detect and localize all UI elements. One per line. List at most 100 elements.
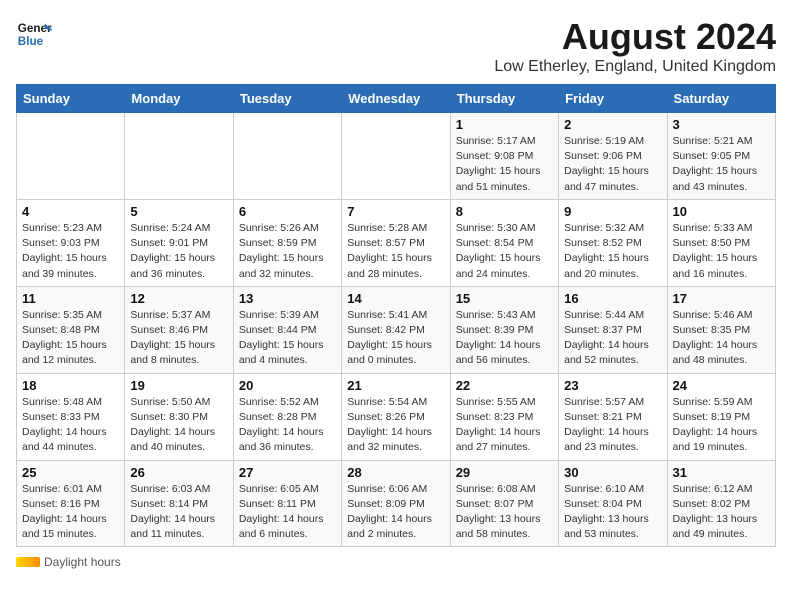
day-info: Sunrise: 6:06 AMSunset: 8:09 PMDaylight:… xyxy=(347,482,444,543)
location-subtitle: Low Etherley, England, United Kingdom xyxy=(494,58,776,76)
header-area: General Blue August 2024 Low Etherley, E… xyxy=(16,16,776,76)
footer-area: Daylight hours xyxy=(16,555,776,569)
day-info: Sunrise: 6:12 AMSunset: 8:02 PMDaylight:… xyxy=(673,482,770,543)
calendar-cell: 5 Sunrise: 5:24 AMSunset: 9:01 PMDaylight… xyxy=(125,199,233,286)
day-info: Sunrise: 6:03 AMSunset: 8:14 PMDaylight:… xyxy=(130,482,227,543)
day-info: Sunrise: 6:10 AMSunset: 8:04 PMDaylight:… xyxy=(564,482,661,543)
day-number: 2 xyxy=(564,117,661,132)
day-info: Sunrise: 5:37 AMSunset: 8:46 PMDaylight:… xyxy=(130,308,227,369)
day-info: Sunrise: 5:24 AMSunset: 9:01 PMDaylight:… xyxy=(130,221,227,282)
day-info: Sunrise: 5:39 AMSunset: 8:44 PMDaylight:… xyxy=(239,308,336,369)
day-number: 13 xyxy=(239,291,336,306)
calendar-cell: 22Sunrise: 5:55 AMSunset: 8:23 PMDayligh… xyxy=(450,373,558,460)
calendar-cell xyxy=(233,113,341,200)
day-info: Sunrise: 5:41 AMSunset: 8:42 PMDaylight:… xyxy=(347,308,444,369)
calendar-cell: 12 Sunrise: 5:37 AMSunset: 8:46 PMDayligh… xyxy=(125,286,233,373)
calendar-cell: 1Sunrise: 5:17 AMSunset: 9:08 PMDaylight… xyxy=(450,113,558,200)
calendar-week-row: 11Sunrise: 5:35 AMSunset: 8:48 PMDayligh… xyxy=(17,286,776,373)
day-number: 5 xyxy=(130,204,227,219)
day-info: Sunrise: 5:52 AMSunset: 8:28 PMDaylight:… xyxy=(239,395,336,456)
weekday-header-saturday: Saturday xyxy=(667,85,775,113)
daylight-bar-icon xyxy=(16,557,40,567)
month-title: August 2024 xyxy=(494,16,776,58)
day-info: Sunrise: 5:28 AMSunset: 8:57 PMDaylight:… xyxy=(347,221,444,282)
day-info: Sunrise: 6:05 AMSunset: 8:11 PMDaylight:… xyxy=(239,482,336,543)
calendar-week-row: 1Sunrise: 5:17 AMSunset: 9:08 PMDaylight… xyxy=(17,113,776,200)
day-number: 31 xyxy=(673,465,770,480)
weekday-header-wednesday: Wednesday xyxy=(342,85,450,113)
day-info: Sunrise: 5:55 AMSunset: 8:23 PMDaylight:… xyxy=(456,395,553,456)
calendar-body: 1Sunrise: 5:17 AMSunset: 9:08 PMDaylight… xyxy=(17,113,776,547)
day-number: 24 xyxy=(673,378,770,393)
calendar-cell: 9 Sunrise: 5:32 AMSunset: 8:52 PMDaylight… xyxy=(559,199,667,286)
day-info: Sunrise: 5:33 AMSunset: 8:50 PMDaylight:… xyxy=(673,221,770,282)
weekday-header-tuesday: Tuesday xyxy=(233,85,341,113)
day-number: 26 xyxy=(130,465,227,480)
calendar-table: SundayMondayTuesdayWednesdayThursdayFrid… xyxy=(16,84,776,547)
calendar-cell: 21 Sunrise: 5:54 AMSunset: 8:26 PMDayligh… xyxy=(342,373,450,460)
day-info: Sunrise: 5:23 AMSunset: 9:03 PMDaylight:… xyxy=(22,221,119,282)
day-info: Sunrise: 5:59 AMSunset: 8:19 PMDaylight:… xyxy=(673,395,770,456)
calendar-cell: 29 Sunrise: 6:08 AMSunset: 8:07 PMDayligh… xyxy=(450,460,558,547)
day-info: Sunrise: 6:08 AMSunset: 8:07 PMDaylight:… xyxy=(456,482,553,543)
day-info: Sunrise: 5:21 AMSunset: 9:05 PMDaylight:… xyxy=(673,134,770,195)
weekday-header-sunday: Sunday xyxy=(17,85,125,113)
day-info: Sunrise: 5:48 AMSunset: 8:33 PMDaylight:… xyxy=(22,395,119,456)
calendar-week-row: 25 Sunrise: 6:01 AMSunset: 8:16 PMDayligh… xyxy=(17,460,776,547)
day-number: 1 xyxy=(456,117,553,132)
day-number: 15 xyxy=(456,291,553,306)
calendar-cell: 25 Sunrise: 6:01 AMSunset: 8:16 PMDayligh… xyxy=(17,460,125,547)
logo: General Blue xyxy=(16,16,52,52)
day-number: 4 xyxy=(22,204,119,219)
day-info: Sunrise: 5:57 AMSunset: 8:21 PMDaylight:… xyxy=(564,395,661,456)
calendar-week-row: 4 Sunrise: 5:23 AMSunset: 9:03 PMDaylight… xyxy=(17,199,776,286)
calendar-cell: 7 Sunrise: 5:28 AMSunset: 8:57 PMDaylight… xyxy=(342,199,450,286)
calendar-cell: 17Sunrise: 5:46 AMSunset: 8:35 PMDayligh… xyxy=(667,286,775,373)
day-number: 16 xyxy=(564,291,661,306)
day-number: 18 xyxy=(22,378,119,393)
day-number: 3 xyxy=(673,117,770,132)
day-number: 9 xyxy=(564,204,661,219)
calendar-cell: 27 Sunrise: 6:05 AMSunset: 8:11 PMDayligh… xyxy=(233,460,341,547)
calendar-cell: 4 Sunrise: 5:23 AMSunset: 9:03 PMDaylight… xyxy=(17,199,125,286)
calendar-cell: 14Sunrise: 5:41 AMSunset: 8:42 PMDayligh… xyxy=(342,286,450,373)
day-info: Sunrise: 6:01 AMSunset: 8:16 PMDaylight:… xyxy=(22,482,119,543)
general-blue-logo-icon: General Blue xyxy=(16,16,52,52)
calendar-cell: 23 Sunrise: 5:57 AMSunset: 8:21 PMDayligh… xyxy=(559,373,667,460)
weekday-header-monday: Monday xyxy=(125,85,233,113)
day-number: 27 xyxy=(239,465,336,480)
calendar-cell xyxy=(342,113,450,200)
day-info: Sunrise: 5:44 AMSunset: 8:37 PMDaylight:… xyxy=(564,308,661,369)
calendar-cell xyxy=(125,113,233,200)
calendar-cell: 11Sunrise: 5:35 AMSunset: 8:48 PMDayligh… xyxy=(17,286,125,373)
calendar-cell: 19Sunrise: 5:50 AMSunset: 8:30 PMDayligh… xyxy=(125,373,233,460)
day-info: Sunrise: 5:43 AMSunset: 8:39 PMDaylight:… xyxy=(456,308,553,369)
day-info: Sunrise: 5:30 AMSunset: 8:54 PMDaylight:… xyxy=(456,221,553,282)
weekday-header-row: SundayMondayTuesdayWednesdayThursdayFrid… xyxy=(17,85,776,113)
weekday-header-thursday: Thursday xyxy=(450,85,558,113)
day-info: Sunrise: 5:46 AMSunset: 8:35 PMDaylight:… xyxy=(673,308,770,369)
day-info: Sunrise: 5:32 AMSunset: 8:52 PMDaylight:… xyxy=(564,221,661,282)
day-info: Sunrise: 5:54 AMSunset: 8:26 PMDaylight:… xyxy=(347,395,444,456)
daylight-label: Daylight hours xyxy=(44,555,121,569)
day-info: Sunrise: 5:19 AMSunset: 9:06 PMDaylight:… xyxy=(564,134,661,195)
calendar-cell xyxy=(17,113,125,200)
day-number: 29 xyxy=(456,465,553,480)
weekday-header-friday: Friday xyxy=(559,85,667,113)
calendar-cell: 30 Sunrise: 6:10 AMSunset: 8:04 PMDayligh… xyxy=(559,460,667,547)
svg-text:Blue: Blue xyxy=(18,35,44,48)
calendar-cell: 8Sunrise: 5:30 AMSunset: 8:54 PMDaylight… xyxy=(450,199,558,286)
day-number: 20 xyxy=(239,378,336,393)
day-number: 25 xyxy=(22,465,119,480)
day-number: 30 xyxy=(564,465,661,480)
day-number: 11 xyxy=(22,291,119,306)
title-area: August 2024 Low Etherley, England, Unite… xyxy=(494,16,776,76)
calendar-cell: 20 Sunrise: 5:52 AMSunset: 8:28 PMDayligh… xyxy=(233,373,341,460)
calendar-cell: 26 Sunrise: 6:03 AMSunset: 8:14 PMDayligh… xyxy=(125,460,233,547)
day-number: 21 xyxy=(347,378,444,393)
calendar-cell: 18 Sunrise: 5:48 AMSunset: 8:33 PMDayligh… xyxy=(17,373,125,460)
calendar-cell: 6Sunrise: 5:26 AMSunset: 8:59 PMDaylight… xyxy=(233,199,341,286)
day-number: 12 xyxy=(130,291,227,306)
day-number: 23 xyxy=(564,378,661,393)
day-number: 7 xyxy=(347,204,444,219)
